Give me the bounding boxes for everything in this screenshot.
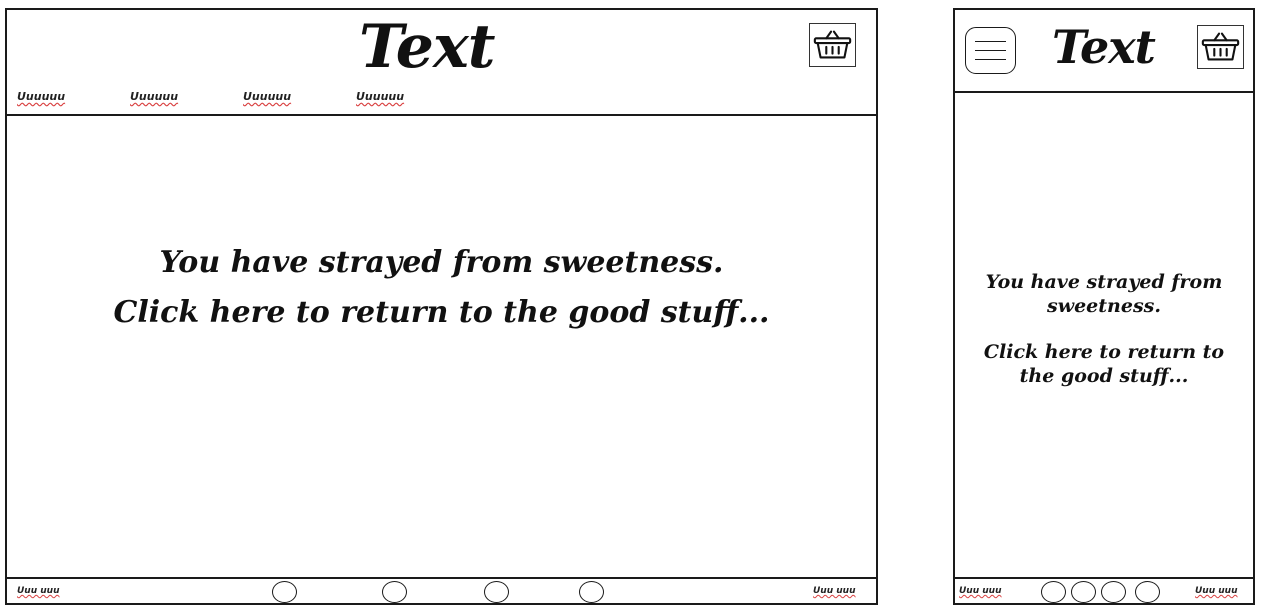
footer-dot-mobile-4[interactable] [1135,581,1160,603]
footer-dot-mobile-2[interactable] [1071,581,1096,603]
cart-button[interactable] [809,23,856,67]
footer-right-text[interactable]: Uuu uuu [813,586,855,596]
nav-item-1[interactable]: Uuuuuu [17,90,65,103]
hamburger-menu-icon[interactable] [965,27,1016,74]
basket-icon [813,30,852,59]
nav-item-2[interactable]: Uuuuuu [130,90,178,103]
footer-dot-mobile-3[interactable] [1101,581,1126,603]
error-message-mobile[interactable]: You have strayed from sweetness. Click h… [965,270,1243,388]
header-divider-mobile [955,91,1253,93]
error-message-line-2[interactable]: Click here to return to the good stuff..… [7,288,876,338]
error-message-mobile-line-1: You have strayed from sweetness. [985,271,1223,317]
site-title[interactable]: Text [359,12,495,82]
footer-dot-2[interactable] [382,581,407,603]
cart-button-mobile[interactable] [1197,25,1244,69]
error-message-line-1: You have strayed from sweetness. [159,245,724,280]
site-title-mobile[interactable]: Text [1052,20,1156,74]
footer-divider-mobile [955,577,1253,579]
error-message-mobile-line-2[interactable]: Click here to return to the good stuff..… [965,340,1243,388]
basket-icon [1201,32,1240,61]
nav-item-4[interactable]: Uuuuuu [356,90,404,103]
footer-dot-mobile-1[interactable] [1041,581,1066,603]
error-message[interactable]: You have strayed from sweetness. Click h… [7,238,876,338]
footer-divider [7,577,876,579]
footer-left-text-mobile[interactable]: Uuu uuu [959,586,1001,596]
footer-dot-1[interactable] [272,581,297,603]
footer-right-text-mobile[interactable]: Uuu uuu [1195,586,1237,596]
header-divider [7,114,876,116]
mobile-wireframe: Text You have strayed from sweetness. Cl… [953,8,1255,605]
desktop-wireframe: Text Uuuuuu Uuuuuu Uuuuuu Uuuuuu You hav… [5,8,878,605]
footer-left-text[interactable]: Uuu uuu [17,586,59,596]
footer-dot-3[interactable] [484,581,509,603]
nav-item-3[interactable]: Uuuuuu [243,90,291,103]
footer-dot-4[interactable] [579,581,604,603]
